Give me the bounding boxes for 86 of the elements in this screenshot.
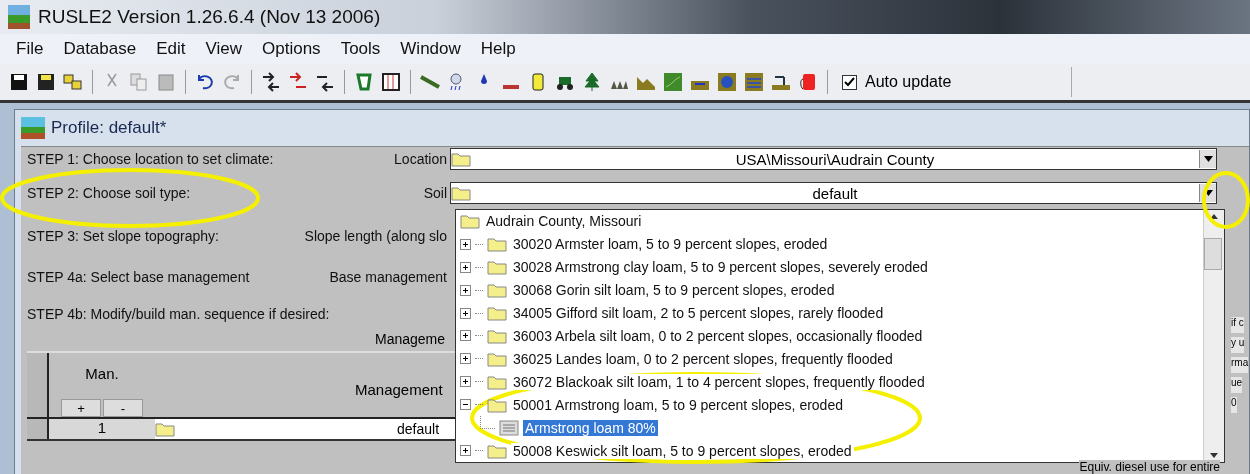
step-label: STEP 1: Choose location to set climate: (27, 151, 275, 167)
scroll-thumb[interactable] (1204, 238, 1222, 270)
expand-icon[interactable] (460, 330, 471, 342)
terrace-icon[interactable] (743, 71, 765, 93)
row-header-cell[interactable] (27, 419, 49, 439)
tree-item[interactable]: 50001 Armstrong loam, 5 to 9 percent slopes, eroded (511, 396, 845, 413)
scroll-down-icon[interactable] (1210, 453, 1218, 458)
column-header: Management (355, 379, 443, 398)
folder-icon (460, 213, 480, 230)
menu-item[interactable]: Edit (146, 39, 196, 59)
step-label: STEP 2: Choose soil type: (27, 185, 192, 201)
dropdown-field[interactable]: default (450, 182, 1217, 204)
folder-icon (155, 421, 175, 437)
boxes-icon[interactable] (62, 71, 84, 93)
footer-label: Equiv. diesel use for entire (1079, 460, 1220, 474)
expand-icon[interactable] (460, 284, 471, 296)
folder-icon (487, 373, 507, 390)
tree-item[interactable]: 30028 Armstrong clay loam, 5 to 9 percent slopes, severely eroded (511, 259, 930, 276)
menu-item[interactable]: View (195, 39, 253, 59)
step-label: STEP 3: Set slope topography: (27, 227, 220, 244)
menu-item[interactable]: Options (252, 39, 331, 59)
save-icon[interactable] (35, 71, 57, 93)
expand-icon[interactable] (460, 376, 471, 388)
field-label: Location (393, 151, 448, 167)
tree-item[interactable]: 50008 Keswick silt loam, 5 to 9 percent slopes, eroded (511, 442, 854, 459)
folder-icon (487, 442, 507, 459)
remove-button[interactable]: - (103, 399, 143, 417)
tree-item[interactable]: 36025 Landes loam, 0 to 2 percent slopes, frequently flooded (511, 350, 895, 367)
expand-icon[interactable] (460, 261, 471, 273)
grid-icon[interactable] (380, 71, 402, 93)
tree-item[interactable]: Audrain County, Missouri (484, 213, 644, 230)
window-title: RUSLE2 Version 1.26.6.4 (Nov 13 2006) (38, 6, 381, 28)
contour-icon[interactable] (662, 71, 684, 93)
folder-icon (487, 350, 507, 367)
field-label: Base management (328, 268, 448, 285)
profile-title: Profile: default* (51, 118, 167, 138)
save-icon[interactable] (8, 71, 30, 93)
folder-icon (487, 328, 507, 344)
dropdown-field[interactable]: USA\Missouri\Audrain County (450, 148, 1217, 170)
checkbox-icon[interactable] (842, 74, 857, 90)
list-icon (499, 419, 519, 436)
folder-icon (487, 305, 507, 322)
menu-item[interactable]: File (6, 39, 54, 59)
menu-item[interactable]: Tools (330, 39, 391, 59)
tree-item[interactable]: 36072 Blackoak silt loam, 1 to 4 percent slopes, frequently flooded (511, 373, 927, 390)
tree-icon[interactable] (581, 71, 603, 93)
partial-label: y u (1231, 337, 1245, 353)
collapse-icon[interactable] (460, 399, 471, 411)
highlight-ellipse (1202, 171, 1250, 229)
table-cell: 1 (49, 419, 155, 439)
auto-update-checkbox[interactable]: Auto update (842, 67, 1073, 97)
partial-label: ue (1231, 377, 1243, 393)
expand-icon[interactable] (460, 238, 471, 250)
folder-icon (487, 259, 507, 276)
expand-icon[interactable] (460, 445, 471, 456)
arrows-icon[interactable] (260, 71, 282, 93)
pond-icon[interactable] (716, 71, 738, 93)
expand-icon[interactable] (460, 307, 471, 319)
folder-icon (451, 151, 471, 167)
field-label: Soil (422, 185, 448, 201)
group-label: Manageme (375, 331, 446, 347)
expand-icon[interactable] (460, 353, 471, 365)
folder-icon (487, 396, 507, 413)
menu-item[interactable]: Help (470, 39, 526, 59)
landscape-icon (21, 117, 45, 139)
menu-item[interactable]: Database (53, 39, 147, 59)
caret-icon (1203, 156, 1213, 162)
tree-item[interactable]: 30020 Armster loam, 5 to 9 percent slopes, eroded (511, 236, 830, 253)
tree-item[interactable]: 36003 Arbela silt loam, 0 to 2 percent slopes, occasionally flooded (511, 328, 925, 344)
step-label: STEP 4a: Select base management (27, 268, 251, 285)
add-button[interactable]: + (61, 399, 101, 417)
folder-icon (487, 282, 507, 299)
column-header: Man. (85, 364, 119, 382)
scroll-up-icon[interactable] (1210, 214, 1218, 219)
partial-label: rma (1231, 357, 1249, 373)
folder-icon (487, 236, 507, 253)
menu-item[interactable]: Window (390, 39, 471, 59)
folder-icon (451, 185, 471, 201)
app-icon (8, 5, 30, 29)
tree-item[interactable]: Armstrong loam 80% (523, 419, 658, 436)
tree-item[interactable]: 30068 Gorin silt loam, 5 to 9 percent slopes, eroded (511, 282, 837, 299)
tree-item[interactable]: 34005 Gifford silt loam, 2 to 5 percent slopes, rarely flooded (511, 305, 886, 322)
partial-label: if c (1231, 317, 1244, 333)
step-label: STEP 4b: Modify/build man. sequence if desired: (27, 306, 330, 322)
field-label: Slope length (along slo (303, 227, 448, 244)
partial-label: 0 (1231, 397, 1237, 413)
